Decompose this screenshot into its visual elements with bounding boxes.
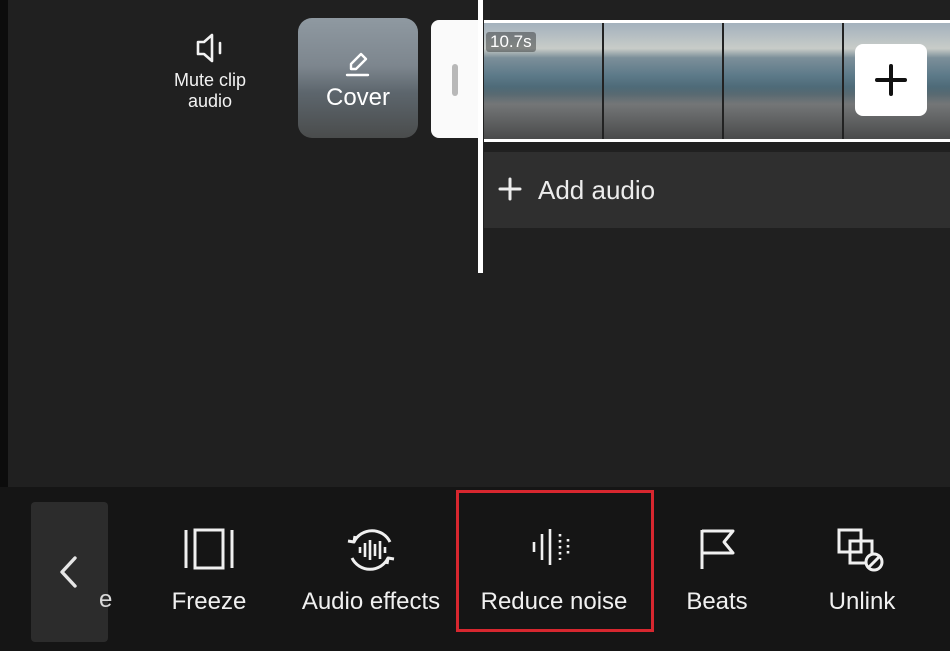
bottom-toolbar: e Freeze Audio effects Reduce noise Beat… (0, 487, 950, 651)
clip-thumbnail (724, 23, 844, 139)
unlink-label: Unlink (828, 588, 896, 615)
clip-duration-badge: 10.7s (486, 32, 536, 52)
add-audio-label: Add audio (538, 175, 656, 205)
back-button[interactable] (31, 502, 108, 642)
reduce-noise-icon (532, 529, 570, 565)
chevron-left-icon (60, 556, 77, 588)
freeze-label: Freeze (171, 588, 247, 615)
audio-effects-label: Audio effects (301, 588, 441, 615)
beats-button[interactable]: Beats (668, 487, 766, 651)
reduce-noise-label: Reduce noise (480, 588, 628, 615)
unlink-button[interactable]: Unlink (810, 487, 914, 651)
plus-icon (875, 64, 907, 96)
audio-effects-button[interactable]: Audio effects (288, 487, 454, 651)
freeze-icon (184, 528, 234, 570)
speaker-icon (196, 33, 222, 63)
mute-clip-audio-button[interactable]: Mute clip audio (160, 18, 260, 138)
mute-clip-audio-label: Mute clip audio (173, 70, 247, 111)
cover-button[interactable]: Cover (298, 18, 418, 138)
clip-thumbnail (604, 23, 724, 139)
reduce-noise-button[interactable]: Reduce noise (470, 487, 638, 651)
clip-trim-handle[interactable] (431, 20, 481, 138)
cover-label: Cover (325, 84, 391, 111)
beats-label: Beats (686, 588, 748, 615)
flag-icon (700, 529, 735, 569)
playhead[interactable] (478, 0, 483, 273)
audio-effects-icon (347, 529, 395, 571)
unlink-icon (837, 528, 884, 572)
plus-icon (498, 177, 522, 201)
add-audio-button[interactable]: Add audio (484, 152, 950, 228)
add-clip-button[interactable] (855, 44, 927, 116)
freeze-button[interactable]: Freeze (148, 487, 270, 651)
toolbar-item-partial-label: e (99, 586, 113, 613)
trim-handle-grip (452, 64, 458, 96)
pencil-icon (345, 52, 370, 77)
